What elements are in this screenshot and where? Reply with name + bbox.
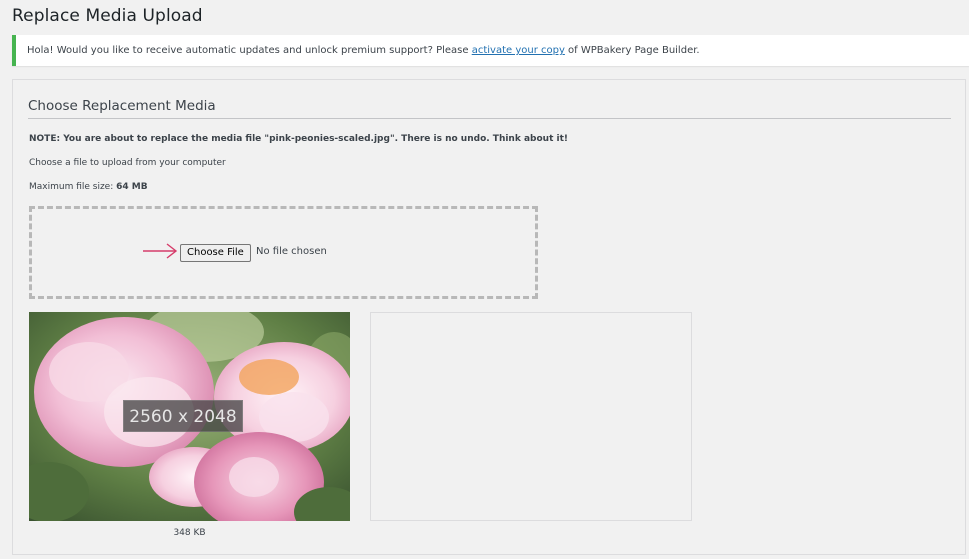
choose-instruction: Choose a file to upload from your comput… bbox=[29, 158, 226, 168]
file-status: No file chosen bbox=[256, 246, 327, 257]
replace-warning: NOTE: You are about to replace the media… bbox=[29, 134, 568, 144]
new-image-preview bbox=[370, 312, 692, 521]
file-dropzone[interactable]: Choose File No file chosen bbox=[29, 206, 538, 299]
current-image-preview: 2560 x 2048 bbox=[29, 312, 350, 521]
update-notice: Hola! Would you like to receive automati… bbox=[12, 35, 969, 66]
max-size-label: Maximum file size: bbox=[29, 182, 117, 192]
current-file-size: 348 KB bbox=[173, 528, 206, 538]
panel-heading: Choose Replacement Media bbox=[28, 98, 951, 119]
arrow-right-icon bbox=[143, 243, 178, 259]
replacement-panel: Choose Replacement Media NOTE: You are a… bbox=[12, 79, 966, 555]
activate-link[interactable]: activate your copy bbox=[472, 45, 565, 56]
notice-text-before: Hola! Would you like to receive automati… bbox=[27, 45, 472, 56]
choose-file-button[interactable]: Choose File bbox=[180, 244, 251, 262]
max-file-size: Maximum file size: 64 MB bbox=[29, 182, 148, 192]
max-size-value: 64 MB bbox=[116, 182, 148, 192]
image-dimensions: 2560 x 2048 bbox=[123, 400, 243, 432]
notice-text-after: of WPBakery Page Builder. bbox=[564, 45, 700, 56]
page-title: Replace Media Upload bbox=[12, 6, 203, 26]
